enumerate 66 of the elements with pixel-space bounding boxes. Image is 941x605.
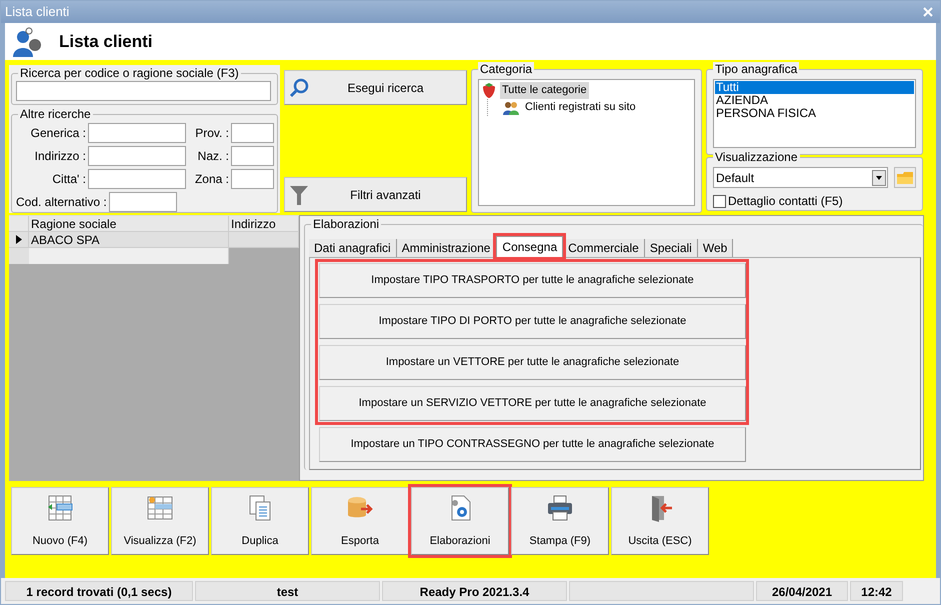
- action-button[interactable]: Impostare TIPO DI PORTO per tutte le anagrafiche selezionate: [319, 304, 746, 339]
- toolbar-button[interactable]: Visualizza (F2): [111, 487, 209, 555]
- action-button[interactable]: Impostare un VETTORE per tutte le anagrafiche selezionate: [319, 345, 746, 380]
- field-label: Prov. :: [195, 125, 229, 142]
- field-label: Zona :: [194, 171, 229, 188]
- status-field: test: [195, 581, 380, 601]
- tab[interactable]: Dati anagrafici: [309, 239, 397, 257]
- action-button[interactable]: Impostare un TIPO CONTRASSEGNO per tutte le anagrafiche selezionate: [319, 427, 746, 462]
- text-field[interactable]: [231, 146, 274, 166]
- search-button[interactable]: Esegui ricerca: [284, 70, 467, 105]
- text-field[interactable]: [231, 169, 274, 189]
- row-pointer-icon: [16, 235, 22, 244]
- toolbar-button[interactable]: Stampa (F9): [511, 487, 609, 555]
- text-field[interactable]: [88, 123, 186, 143]
- status-field: 12:42: [850, 581, 903, 601]
- field-label: Generica :: [30, 125, 86, 142]
- group-label: Tipo anagrafica: [713, 62, 800, 76]
- toolbar-button[interactable]: Duplica: [211, 487, 309, 555]
- checkbox-label: Dettaglio contatti (F5): [728, 193, 843, 210]
- tab[interactable]: Web: [698, 239, 734, 257]
- toolbar-button[interactable]: Elaborazioni: [411, 487, 509, 555]
- table-cell: ABACO SPA: [29, 232, 229, 247]
- text-field[interactable]: [88, 146, 186, 166]
- field-label: Cod. alternativo :: [16, 194, 107, 211]
- field-label: Naz. :: [198, 148, 229, 165]
- column-header[interactable]: Ragione sociale: [29, 216, 229, 231]
- group-label: Altre ricerche: [18, 107, 93, 121]
- people-icon: [502, 100, 520, 114]
- tab[interactable]: Speciali: [644, 239, 698, 257]
- checkbox[interactable]: [713, 194, 726, 208]
- tab[interactable]: Consegna: [496, 236, 564, 257]
- field-label: Indirizzo :: [34, 148, 86, 165]
- window-title: Lista clienti: [5, 3, 70, 22]
- text-field[interactable]: [88, 169, 186, 189]
- group-label: Visualizzazione: [713, 150, 800, 164]
- group-label: Ricerca per codice o ragione sociale (F3): [18, 66, 241, 80]
- page-title: Lista clienti: [59, 30, 153, 53]
- view-dropdown[interactable]: Default: [713, 167, 888, 188]
- text-field[interactable]: [108, 192, 177, 212]
- search-icon: [289, 78, 309, 98]
- status-field: Ready Pro 2021.3.4: [382, 581, 567, 601]
- toolbar-button[interactable]: Nuovo (F4): [11, 487, 109, 555]
- toolbar-button[interactable]: Esporta: [311, 487, 409, 555]
- tab[interactable]: Commerciale: [563, 239, 645, 257]
- list-item[interactable]: Tutti: [715, 81, 914, 94]
- list-item[interactable]: PERSONA FISICA: [715, 107, 914, 120]
- status-field: 26/04/2021: [756, 581, 848, 601]
- field-label: Citta' :: [52, 171, 86, 188]
- strawberry-icon: [481, 82, 497, 99]
- toolbar-button[interactable]: Uscita (ESC): [611, 487, 709, 555]
- action-button[interactable]: Impostare un SERVIZIO VETTORE per tutte le anagrafiche selezionate: [319, 386, 746, 421]
- group-label: Categoria: [478, 62, 534, 76]
- close-icon: [923, 7, 933, 17]
- text-field[interactable]: [16, 81, 271, 101]
- filter-icon: [289, 184, 309, 206]
- user-icon: [11, 26, 43, 56]
- tree-item[interactable]: Tutte le categorie: [500, 82, 589, 99]
- action-button[interactable]: Impostare TIPO TRASPORTO per tutte le anagrafiche selezionate: [319, 263, 746, 298]
- text-field[interactable]: [231, 123, 274, 143]
- group-label: Elaborazioni: [311, 217, 382, 231]
- folder-icon: [897, 172, 913, 184]
- folder-button[interactable]: [894, 167, 916, 188]
- filter-button[interactable]: Filtri avanzati: [284, 177, 467, 212]
- printer-icon: [545, 492, 575, 522]
- list-item[interactable]: AZIENDA: [715, 94, 914, 107]
- status-field: 1 record trovati (0,1 secs): [5, 581, 193, 601]
